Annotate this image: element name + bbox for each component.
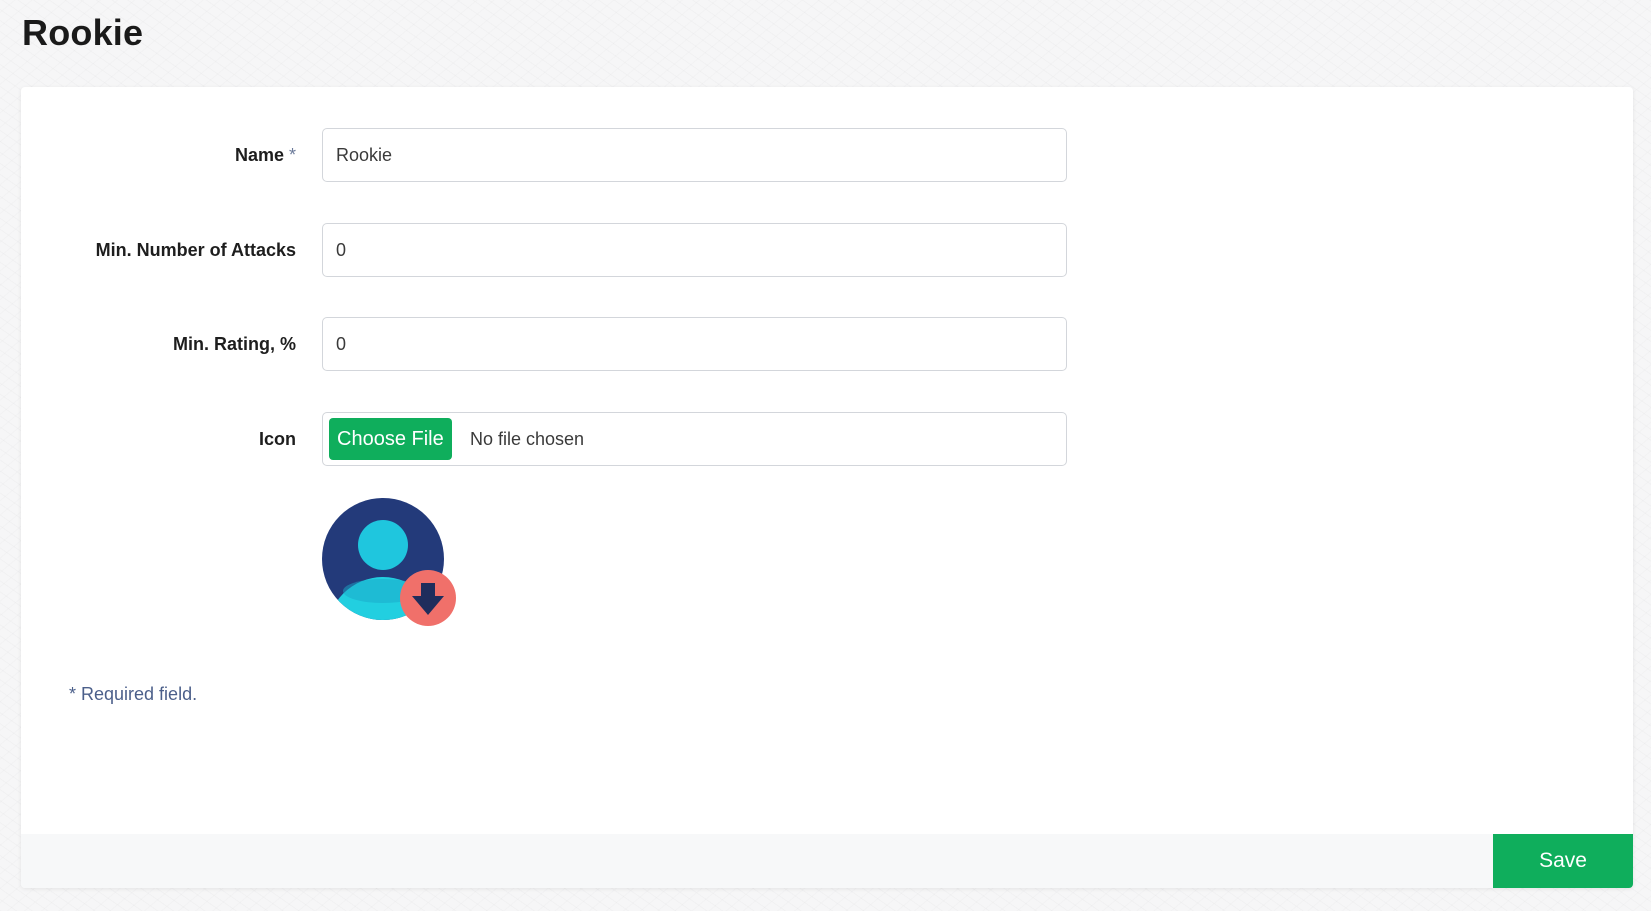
form-card: Name* Min. Number of Attacks Min. Rating…: [21, 87, 1633, 888]
name-row: Name *: [21, 128, 1633, 182]
card-footer: Save: [21, 834, 1633, 888]
icon-row: Icon Choose File No file chosen: [21, 412, 1633, 466]
choose-file-button[interactable]: Choose File: [329, 418, 452, 460]
name-input[interactable]: [322, 128, 1067, 182]
name-label: Name *: [235, 128, 296, 182]
min-rating-input[interactable]: [322, 317, 1067, 371]
name-label-text: Name: [234, 145, 284, 165]
required-field-note: * Required field.: [69, 684, 198, 704]
min-rating-label: Min. Rating, %: [173, 334, 296, 354]
min-attacks-input[interactable]: [322, 223, 1067, 277]
min-attacks-label: Min. Number of Attacks: [95, 240, 296, 260]
icon-label: Icon: [258, 429, 296, 449]
file-status-text: No file chosen: [470, 429, 585, 449]
user-download-icon: [322, 493, 462, 633]
required-star: *: [288, 145, 296, 165]
min-attacks-row: Min. Number of Attacks: [21, 223, 1633, 277]
min-rating-row: Min. Rating, %: [21, 317, 1633, 371]
icon-file-input[interactable]: Choose File No file chosen: [322, 412, 1067, 466]
icon-preview-graphic: [322, 498, 456, 626]
save-button[interactable]: Save: [1493, 834, 1633, 888]
page-title: Rookie: [22, 12, 144, 53]
